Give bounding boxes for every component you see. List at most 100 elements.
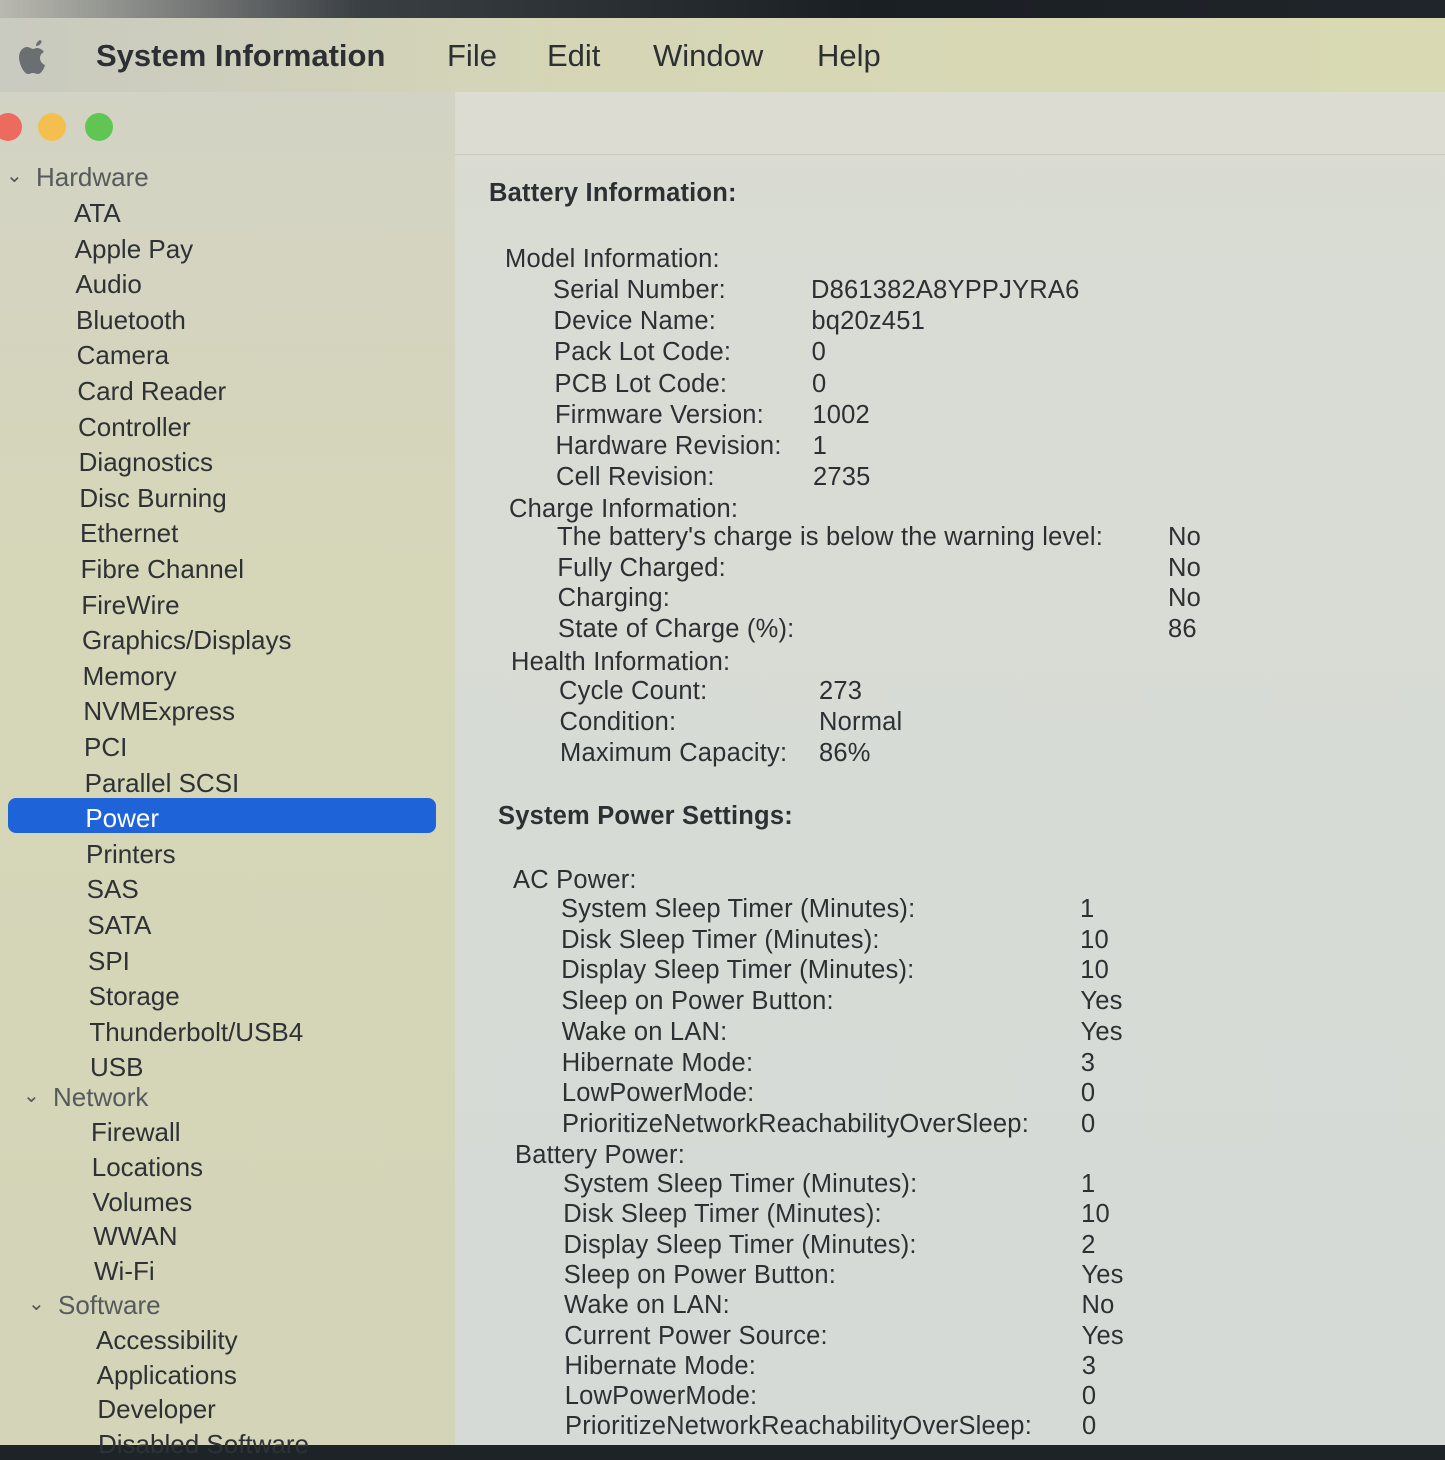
minimize-window-button[interactable] — [38, 113, 66, 141]
sidebar-item-ata[interactable]: ATA — [74, 198, 121, 229]
battery-power-label-system-sleep-timer-minutes: System Sleep Timer (Minutes): — [563, 1170, 918, 1198]
health-value-condition: Normal — [819, 707, 903, 736]
battery-power-value-prioritizenetworkreachabilityoversleep: 0 — [1082, 1412, 1097, 1441]
sidebar-item-storage[interactable]: Storage — [89, 981, 180, 1012]
battery-power-label-disk-sleep-timer-minutes: Disk Sleep Timer (Minutes): — [563, 1200, 882, 1229]
sidebar-item-sata[interactable]: SATA — [87, 910, 151, 941]
sidebar-item-audio[interactable]: Audio — [75, 269, 142, 300]
model-value-pack-lot-code: 0 — [811, 338, 827, 367]
sidebar-item-spi[interactable]: SPI — [88, 946, 130, 977]
ac-value-system-sleep-timer-minutes: 1 — [1080, 895, 1095, 923]
software-chevron-icon[interactable]: ⌄ — [28, 1291, 45, 1316]
sidebar-group-software[interactable]: Software — [58, 1290, 161, 1321]
sidebar-item-firewire[interactable]: FireWire — [81, 590, 179, 621]
sidebar-item-graphics-displays[interactable]: Graphics/Displays — [82, 625, 292, 656]
battery-power-value-lowpowermode: 0 — [1081, 1382, 1097, 1411]
selected-row-highlight — [8, 798, 436, 833]
battery-power-value-system-sleep-timer-minutes: 1 — [1081, 1170, 1096, 1198]
sidebar-group-network[interactable]: Network — [53, 1082, 148, 1113]
sidebar-item-accessibility[interactable]: Accessibility — [96, 1325, 238, 1356]
network-chevron-icon[interactable]: ⌄ — [23, 1083, 40, 1108]
model-label-pcb-lot-code: PCB Lot Code: — [554, 369, 728, 398]
sidebar-item-fibre-channel[interactable]: Fibre Channel — [81, 554, 244, 585]
sidebar-item-developer[interactable]: Developer — [97, 1394, 216, 1425]
sidebar-item-disc-burning[interactable]: Disc Burning — [79, 483, 226, 514]
menu-app-name[interactable]: System Information — [96, 38, 385, 74]
ac-value-disk-sleep-timer-minutes: 10 — [1080, 925, 1109, 954]
sidebar-item-volumes[interactable]: Volumes — [93, 1187, 193, 1218]
zoom-window-button[interactable] — [85, 113, 113, 141]
model-value-hardware-revision: 1 — [812, 432, 828, 460]
sidebar-item-bluetooth[interactable]: Bluetooth — [76, 305, 186, 336]
health-information-header: Health Information: — [511, 648, 731, 676]
ac-label-wake-on-lan: Wake on LAN: — [561, 1017, 728, 1046]
battery-power-value-disk-sleep-timer-minutes: 10 — [1081, 1200, 1110, 1229]
sidebar-item-disabled-software[interactable]: Disabled Software — [98, 1429, 309, 1460]
ac-label-lowpowermode: LowPowerMode: — [561, 1079, 755, 1108]
menu-edit[interactable]: Edit — [547, 38, 600, 74]
battery-power-value-hibernate-mode: 3 — [1081, 1351, 1097, 1380]
sidebar-item-power[interactable]: Power — [85, 803, 159, 834]
charge-value-fully-charged: No — [1168, 553, 1201, 582]
battery-power-label-lowpowermode: LowPowerMode: — [564, 1382, 758, 1411]
sidebar-item-ethernet[interactable]: Ethernet — [80, 518, 178, 549]
sidebar-item-firewall[interactable]: Firewall — [91, 1117, 181, 1148]
sidebar-item-card-reader[interactable]: Card Reader — [77, 376, 226, 407]
sidebar-item-parallel-scsi[interactable]: Parallel SCSI — [85, 768, 240, 799]
sidebar-item-wi-fi[interactable]: Wi-Fi — [94, 1256, 155, 1287]
charge-value-the-battery-s-charge-is-below-the-warning-level: No — [1168, 523, 1201, 551]
battery-power-header: Battery Power: — [515, 1141, 686, 1169]
battery-power-label-current-power-source: Current Power Source: — [564, 1321, 828, 1350]
charge-information-header: Charge Information: — [509, 495, 739, 523]
charge-value-state-of-charge: 86 — [1168, 615, 1197, 644]
battery-power-value-sleep-on-power-button: Yes — [1081, 1260, 1124, 1289]
sidebar-item-pci[interactable]: PCI — [84, 732, 127, 763]
sidebar-item-sas[interactable]: SAS — [87, 874, 139, 905]
sidebar-item-controller[interactable]: Controller — [78, 412, 191, 443]
sidebar-item-wwan[interactable]: WWAN — [93, 1221, 177, 1252]
sidebar-item-thunderbolt-usb4[interactable]: Thunderbolt/USB4 — [89, 1017, 303, 1048]
sidebar-group-hardware[interactable]: Hardware — [36, 162, 149, 193]
apple-menu-icon[interactable] — [16, 38, 52, 78]
sidebar-item-applications[interactable]: Applications — [97, 1360, 237, 1391]
battery-power-value-display-sleep-timer-minutes: 2 — [1081, 1230, 1096, 1259]
ac-label-system-sleep-timer-minutes: System Sleep Timer (Minutes): — [561, 895, 916, 923]
health-label-cycle-count: Cycle Count: — [559, 677, 708, 705]
sidebar-item-nvmexpress[interactable]: NVMExpress — [83, 696, 235, 727]
sidebar-item-apple-pay[interactable]: Apple Pay — [75, 234, 194, 265]
hardware-chevron-icon[interactable]: ⌄ — [6, 163, 23, 188]
sidebar-item-usb[interactable]: USB — [90, 1052, 143, 1083]
ac-value-sleep-on-power-button: Yes — [1080, 987, 1123, 1016]
battery-power-label-prioritizenetworkreachabilityoversleep: PrioritizeNetworkReachabilityOverSleep: — [565, 1412, 1032, 1441]
menu-window[interactable]: Window — [653, 38, 763, 74]
menu-file[interactable]: File — [447, 38, 497, 74]
ac-power-header: AC Power: — [513, 866, 637, 894]
model-label-hardware-revision: Hardware Revision: — [555, 432, 782, 460]
charge-label-state-of-charge: State of Charge (%): — [558, 615, 795, 644]
model-label-serial-number: Serial Number: — [553, 276, 726, 304]
charge-label-charging: Charging: — [557, 584, 671, 613]
menu-bar: System Information File Edit Window Help — [0, 18, 1445, 93]
sidebar-item-printers[interactable]: Printers — [86, 839, 176, 870]
model-value-serial-number: D861382A8YPPJYRA6 — [811, 276, 1080, 304]
model-value-pcb-lot-code: 0 — [812, 369, 827, 398]
ac-value-display-sleep-timer-minutes: 10 — [1080, 956, 1110, 985]
model-value-device-name: bq20z451 — [811, 307, 925, 336]
menu-help[interactable]: Help — [817, 38, 881, 74]
battery-information-heading: Battery Information: — [489, 179, 737, 207]
battery-power-label-wake-on-lan: Wake on LAN: — [564, 1291, 730, 1320]
sidebar-item-locations[interactable]: Locations — [92, 1152, 203, 1183]
ac-label-hibernate-mode: Hibernate Mode: — [561, 1048, 754, 1077]
sidebar-item-memory[interactable]: Memory — [83, 661, 177, 692]
sidebar-item-diagnostics[interactable]: Diagnostics — [79, 447, 213, 478]
system-power-settings-heading: System Power Settings: — [498, 802, 793, 830]
battery-power-value-wake-on-lan: No — [1081, 1291, 1115, 1320]
ac-value-lowpowermode: 0 — [1080, 1079, 1096, 1108]
model-value-cell-revision: 2735 — [813, 463, 871, 492]
sidebar-item-camera[interactable]: Camera — [77, 340, 169, 371]
charge-value-charging: No — [1168, 584, 1201, 613]
battery-power-value-current-power-source: Yes — [1081, 1321, 1124, 1350]
battery-power-label-display-sleep-timer-minutes: Display Sleep Timer (Minutes): — [563, 1230, 917, 1259]
detail-header-area — [455, 92, 1445, 155]
health-label-maximum-capacity: Maximum Capacity: — [560, 738, 788, 767]
